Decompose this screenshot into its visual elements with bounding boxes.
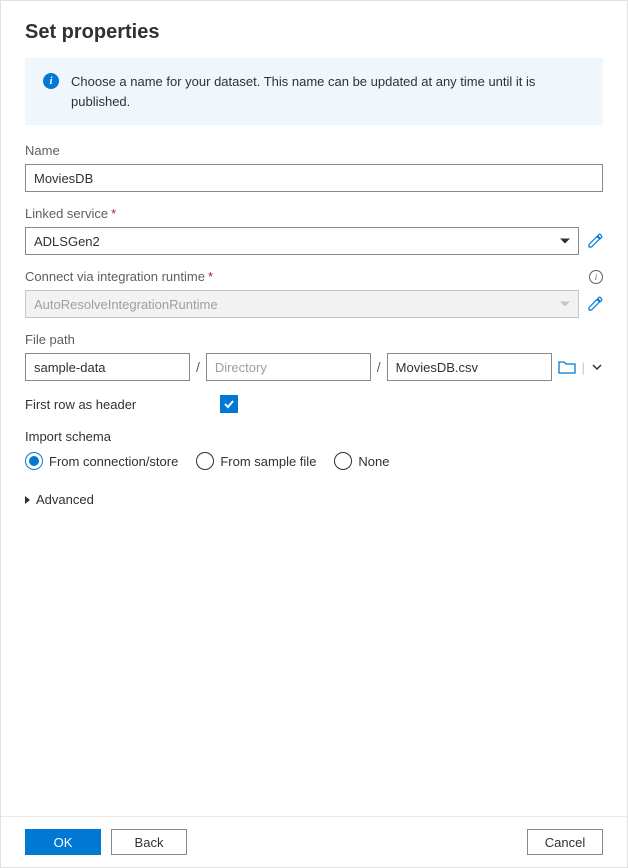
import-schema-label: Import schema bbox=[25, 429, 603, 444]
info-banner: i Choose a name for your dataset. This n… bbox=[25, 58, 603, 125]
divider: | bbox=[582, 360, 585, 375]
runtime-label: Connect via integration runtime * i bbox=[25, 269, 603, 284]
runtime-value: AutoResolveIntegrationRuntime bbox=[34, 297, 218, 312]
path-separator: / bbox=[377, 359, 381, 375]
content-area: i Choose a name for your dataset. This n… bbox=[1, 58, 627, 816]
linked-service-value: ADLSGen2 bbox=[34, 234, 100, 249]
first-row-header-checkbox[interactable] bbox=[220, 395, 238, 413]
info-text: Choose a name for your dataset. This nam… bbox=[71, 72, 585, 111]
chevron-down-icon bbox=[560, 239, 570, 244]
info-circle-icon[interactable]: i bbox=[589, 270, 603, 284]
chevron-down-icon bbox=[560, 302, 570, 307]
advanced-toggle[interactable]: Advanced bbox=[25, 488, 603, 511]
footer: OK Back Cancel bbox=[1, 816, 627, 867]
filepath-container-input[interactable] bbox=[25, 353, 190, 381]
import-schema-section: Import schema From connection/store From… bbox=[25, 429, 603, 470]
runtime-dropdown: AutoResolveIntegrationRuntime bbox=[25, 290, 579, 318]
radio-from-sample-file[interactable]: From sample file bbox=[196, 452, 316, 470]
page-title: Set properties bbox=[25, 21, 603, 44]
filepath-label: File path bbox=[25, 332, 603, 347]
first-row-header-row: First row as header bbox=[25, 395, 603, 413]
filepath-field: File path / / | bbox=[25, 332, 603, 381]
back-button[interactable]: Back bbox=[111, 829, 187, 855]
ok-button[interactable]: OK bbox=[25, 829, 101, 855]
filepath-file-input[interactable] bbox=[387, 353, 552, 381]
filepath-directory-input[interactable] bbox=[206, 353, 371, 381]
linked-service-label: Linked service * bbox=[25, 206, 603, 221]
radio-icon bbox=[334, 452, 352, 470]
radio-icon bbox=[25, 452, 43, 470]
import-schema-options: From connection/store From sample file N… bbox=[25, 452, 603, 470]
runtime-field: Connect via integration runtime * i Auto… bbox=[25, 269, 603, 318]
edit-icon[interactable] bbox=[587, 296, 603, 312]
chevron-down-icon[interactable] bbox=[591, 361, 603, 373]
linked-service-field: Linked service * ADLSGen2 bbox=[25, 206, 603, 255]
radio-none[interactable]: None bbox=[334, 452, 389, 470]
panel-header: Set properties bbox=[1, 1, 627, 58]
info-icon: i bbox=[43, 73, 59, 89]
name-input[interactable] bbox=[25, 164, 603, 192]
radio-icon bbox=[196, 452, 214, 470]
path-separator: / bbox=[196, 359, 200, 375]
name-label: Name bbox=[25, 143, 603, 158]
chevron-right-icon bbox=[25, 496, 30, 504]
name-field: Name bbox=[25, 143, 603, 192]
radio-from-connection[interactable]: From connection/store bbox=[25, 452, 178, 470]
linked-service-dropdown[interactable]: ADLSGen2 bbox=[25, 227, 579, 255]
edit-icon[interactable] bbox=[587, 233, 603, 249]
cancel-button[interactable]: Cancel bbox=[527, 829, 603, 855]
first-row-header-label: First row as header bbox=[25, 397, 220, 412]
advanced-label: Advanced bbox=[36, 492, 94, 507]
browse-folder-icon[interactable] bbox=[558, 359, 576, 375]
